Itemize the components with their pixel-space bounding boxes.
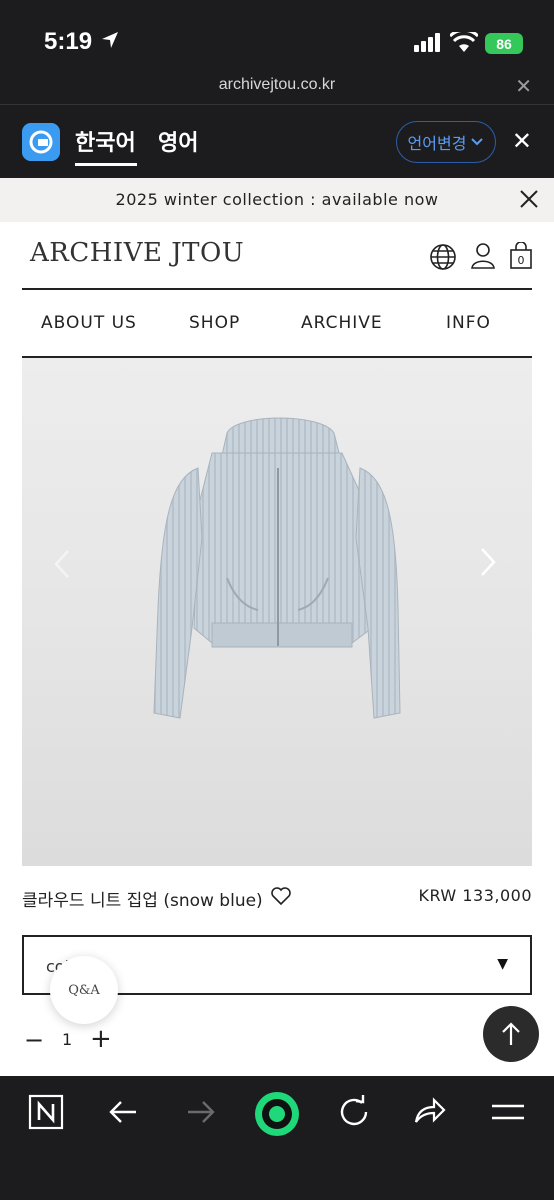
brand-logo[interactable]: ARCHIVE JTOU [30, 238, 244, 268]
product-image [153, 417, 401, 719]
translate-bar: 한국어 영어 언어변경 ✕ [0, 104, 554, 178]
status-time: 5:19 [44, 28, 93, 55]
product-name: 클라우드 니트 집업 (snow blue) [22, 891, 263, 911]
green-dot-icon[interactable] [254, 1091, 300, 1137]
nav-item-about-us[interactable]: ABOUT US [41, 313, 137, 333]
quantity-decrease-button[interactable]: − [24, 1026, 44, 1054]
chevron-down-icon [471, 138, 484, 146]
quantity-value: 1 [62, 1030, 73, 1049]
heart-icon[interactable] [270, 885, 292, 907]
announcement-bar: 2025 winter collection : available now [0, 178, 554, 222]
nav-item-info[interactable]: INFO [446, 313, 491, 333]
qa-button[interactable]: Q&A [50, 956, 118, 1024]
active-tab-indicator [75, 163, 137, 166]
close-announcement-icon[interactable] [518, 188, 540, 210]
quantity-increase-button[interactable]: + [90, 1024, 112, 1054]
url-text[interactable]: archivejtou.co.kr [0, 76, 554, 94]
dropdown-caret-icon: ▼ [497, 956, 508, 972]
announcement-text: 2025 winter collection : available now [115, 190, 439, 209]
naver-home-icon[interactable] [28, 1094, 64, 1130]
wifi-icon [450, 32, 478, 52]
close-icon[interactable]: ✕ [515, 74, 532, 98]
main-nav: ABOUT US SHOP ARCHIVE INFO [22, 288, 532, 358]
close-translate-icon[interactable]: ✕ [512, 127, 532, 155]
translate-app-icon [22, 123, 60, 161]
qa-label: Q&A [68, 982, 100, 998]
product-price: KRW 133,000 [418, 886, 532, 905]
globe-icon[interactable] [429, 243, 457, 271]
reload-icon[interactable] [336, 1094, 372, 1130]
language-target-tab[interactable]: 영어 [158, 125, 198, 157]
status-bar: 5:19 86 [0, 0, 554, 72]
battery-icon: 86 [485, 33, 523, 54]
cellular-signal-icon [414, 33, 440, 52]
menu-icon[interactable] [490, 1094, 526, 1130]
share-icon[interactable] [412, 1094, 448, 1130]
nav-item-shop[interactable]: SHOP [189, 313, 240, 333]
carousel-prev-icon[interactable] [52, 548, 72, 580]
language-source-tab[interactable]: 한국어 [75, 125, 136, 157]
change-language-label: 언어변경 [407, 134, 467, 153]
change-language-button[interactable]: 언어변경 [396, 121, 496, 163]
user-icon[interactable] [470, 242, 496, 270]
location-arrow-icon [102, 32, 118, 48]
battery-level: 86 [496, 35, 512, 52]
back-arrow-icon[interactable] [106, 1094, 140, 1130]
nav-item-archive[interactable]: ARCHIVE [301, 313, 383, 333]
svg-text:0: 0 [518, 254, 525, 267]
browser-toolbar [0, 1076, 554, 1200]
url-bar[interactable]: archivejtou.co.kr ✕ [0, 72, 554, 104]
product-image-carousel[interactable] [22, 358, 532, 866]
cart-icon[interactable]: 0 [509, 242, 533, 270]
forward-arrow-icon[interactable] [184, 1094, 218, 1130]
carousel-next-icon[interactable] [478, 546, 498, 578]
arrow-up-icon [502, 1022, 520, 1045]
scroll-top-button[interactable] [483, 1006, 539, 1062]
